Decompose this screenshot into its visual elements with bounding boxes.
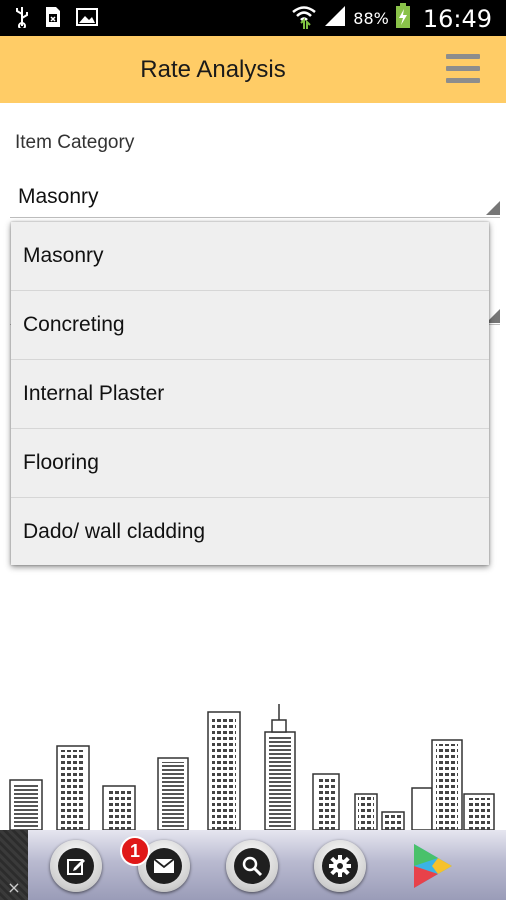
status-bar: 88% 16:49 bbox=[0, 0, 506, 36]
settings-icon[interactable] bbox=[314, 840, 366, 892]
bottom-toolbar-panel bbox=[28, 830, 506, 900]
status-bar-notifications bbox=[14, 6, 98, 33]
search-icon[interactable] bbox=[226, 840, 278, 892]
status-bar-system: 88% 16:49 bbox=[291, 3, 492, 34]
wifi-icon bbox=[291, 3, 317, 34]
battery-percent: 88% bbox=[353, 9, 389, 28]
dropdown-option-internal-plaster[interactable]: Internal Plaster bbox=[11, 360, 489, 429]
edit-icon[interactable] bbox=[50, 840, 102, 892]
bottom-toolbar: 1 bbox=[0, 830, 506, 900]
dropdown-option-flooring[interactable]: Flooring bbox=[11, 429, 489, 498]
battery-charging-icon bbox=[395, 3, 411, 34]
sd-card-icon bbox=[44, 6, 62, 33]
mail-notification-badge: 1 bbox=[120, 836, 150, 866]
dropdown-option-dado-wall-cladding[interactable]: Dado/ wall cladding bbox=[11, 498, 489, 565]
dropdown-option-concreting[interactable]: Concreting bbox=[11, 291, 489, 360]
dropdown-option-label: Flooring bbox=[23, 451, 99, 474]
usb-icon bbox=[14, 6, 30, 33]
app-bar: Rate Analysis bbox=[0, 36, 506, 103]
signal-icon bbox=[323, 4, 347, 33]
close-ad-icon[interactable]: × bbox=[4, 878, 24, 898]
dropdown-option-label: Masonry bbox=[23, 244, 104, 267]
category-dropdown-list: Masonry Concreting Internal Plaster Floo… bbox=[11, 222, 489, 565]
dropdown-option-label: Concreting bbox=[23, 313, 125, 336]
city-skyline-illustration bbox=[9, 704, 495, 830]
image-icon bbox=[76, 7, 98, 32]
dropdown-option-label: Dado/ wall cladding bbox=[23, 520, 206, 543]
dropdown-arrow-icon bbox=[486, 201, 500, 215]
item-category-select[interactable]: Masonry bbox=[10, 180, 500, 218]
dropdown-option-masonry[interactable]: Masonry bbox=[11, 222, 489, 291]
item-category-label: Item Category bbox=[15, 132, 135, 153]
hamburger-menu-icon[interactable] bbox=[446, 54, 486, 88]
page-title: Rate Analysis bbox=[140, 56, 286, 83]
clock: 16:49 bbox=[422, 4, 492, 33]
play-store-icon[interactable] bbox=[406, 840, 458, 892]
dropdown-option-label: Internal Plaster bbox=[23, 382, 165, 405]
item-category-selected-value: Masonry bbox=[18, 185, 99, 208]
